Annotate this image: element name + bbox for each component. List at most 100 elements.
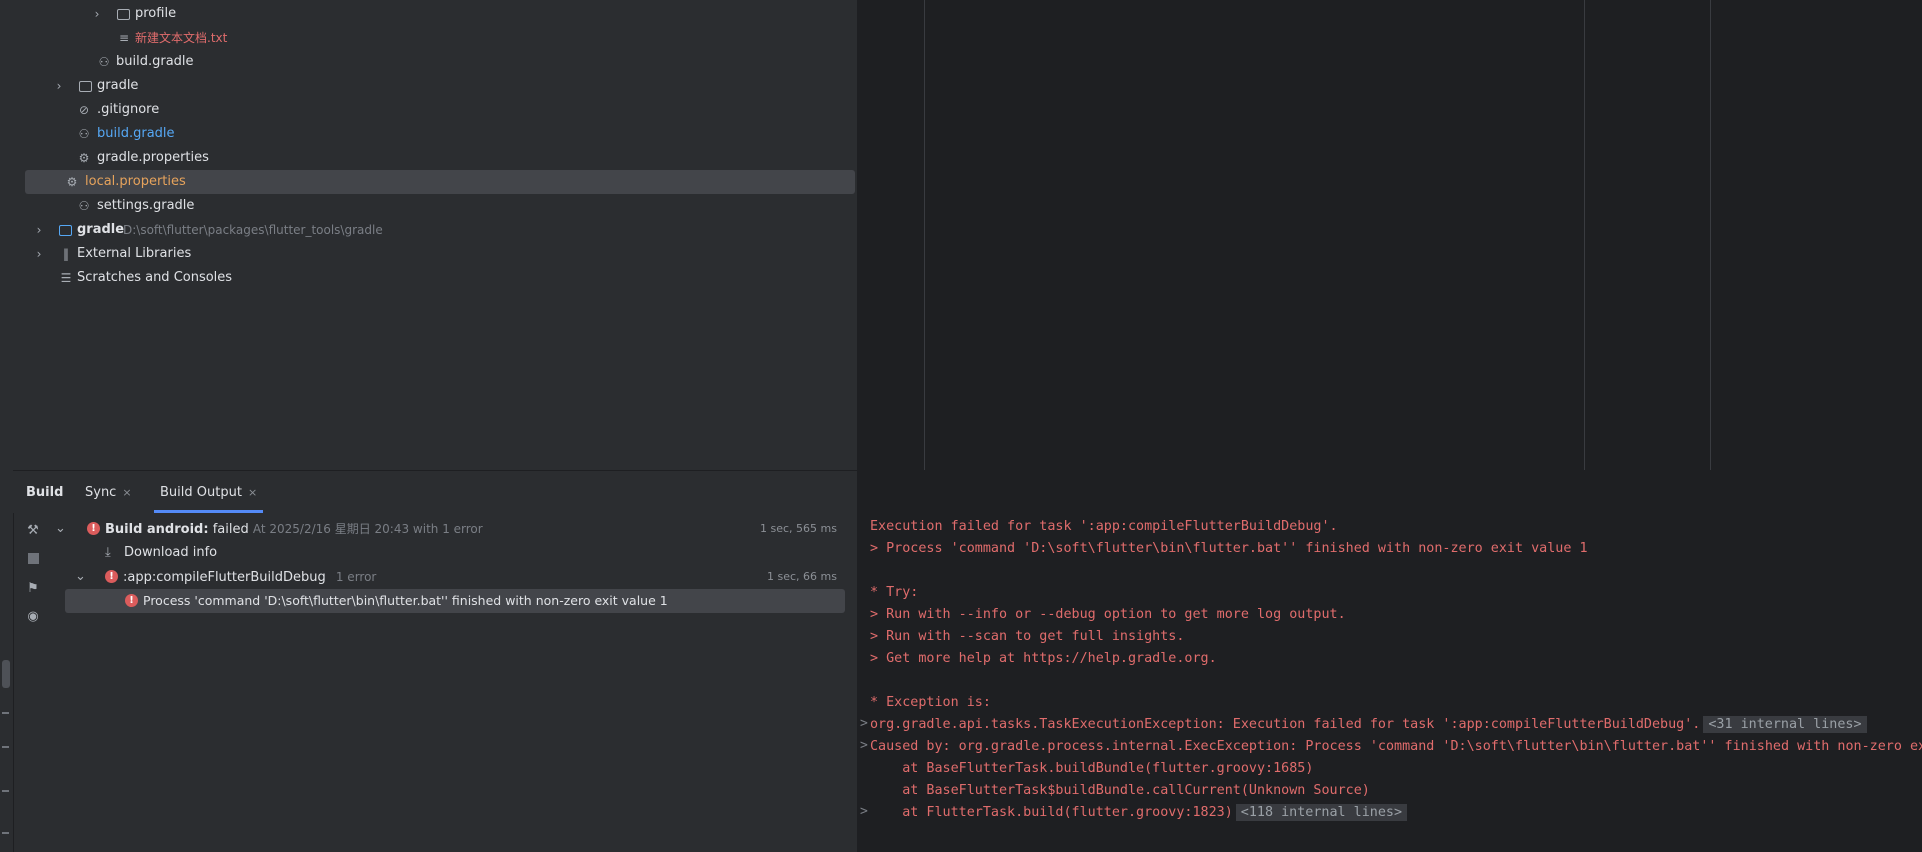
download-info-row[interactable]: ⤓ Download info — [51, 541, 851, 565]
chevron-right-icon[interactable]: › — [89, 2, 105, 26]
folder-icon — [117, 9, 130, 20]
hammer-icon[interactable]: ⚒ — [25, 523, 41, 539]
editor-right-pane — [1711, 0, 1922, 470]
ignore-icon: ⊘ — [78, 103, 90, 117]
download-info-label: Download info — [124, 545, 218, 560]
strip-mark — [2, 790, 9, 792]
chevron-right-icon[interactable]: › — [31, 242, 47, 266]
console-output[interactable]: Execution failed for task ':app:compileF… — [857, 513, 1922, 852]
close-icon[interactable]: × — [122, 486, 131, 499]
console-line: > Run with --info or --debug option to g… — [870, 607, 1346, 622]
build-root-info: At 2025/2/16 星期日 20:43 with 1 error — [252, 522, 483, 536]
tree-item-settings-gradle[interactable]: ⚇ settings.gradle — [25, 194, 855, 218]
library-icon: ‖ — [63, 247, 69, 261]
tab-label: Build Output — [160, 485, 242, 500]
tree-item-scratches[interactable]: ☰ Scratches and Consoles — [25, 266, 855, 290]
tree-item-gradle[interactable]: › gradle — [25, 74, 855, 98]
tree-item-label: gradle — [97, 78, 139, 93]
tree-item-profile[interactable]: › profile — [25, 2, 855, 26]
editor-content[interactable] — [925, 0, 1585, 470]
tool-window-strip — [0, 0, 14, 852]
internal-lines-badge[interactable]: <31 internal lines> — [1703, 716, 1867, 733]
task-error-count: 1 error — [335, 570, 377, 584]
build-root-title: Build android: — [105, 522, 209, 537]
build-root-time: 1 sec, 565 ms — [760, 522, 837, 535]
gradle-icon: ⚇ — [98, 55, 110, 69]
tree-item-label: local.properties — [85, 174, 186, 189]
console-line: Execution failed for task ':app:compileF… — [870, 519, 1338, 534]
fold-chevron-icon[interactable]: > — [860, 738, 868, 753]
console-line: * Try: — [870, 585, 919, 600]
tree-item-text-file[interactable]: ≡ 新建文本文档.txt — [25, 26, 855, 50]
tree-item-label: profile — [135, 6, 177, 21]
folder-icon — [79, 81, 92, 92]
tab-label: Sync — [85, 485, 117, 500]
tree-item-gradle-properties[interactable]: ⚙ gradle.properties — [25, 146, 855, 170]
gear-icon: ⚙ — [66, 175, 78, 189]
build-panel-title: Build — [26, 485, 64, 500]
strip-mark — [2, 712, 9, 714]
tree-item-label: Scratches and Consoles — [77, 270, 233, 285]
build-root-row[interactable]: ⌄ ! Build android: failed At 2025/2/16 星… — [51, 517, 851, 541]
scratches-icon: ☰ — [60, 271, 72, 285]
tree-item-gitignore[interactable]: ⊘ .gitignore — [25, 98, 855, 122]
fold-chevron-icon[interactable]: > — [860, 804, 868, 819]
console-line: Caused by: org.gradle.process.internal.E… — [870, 739, 1922, 754]
console-line: * Exception is: — [870, 695, 991, 710]
strip-mark — [2, 746, 9, 748]
tree-item-local-properties[interactable]: ⚙ local.properties — [25, 170, 855, 194]
console-line: at BaseFlutterTask$buildBundle.callCurre… — [870, 783, 1370, 798]
console-line: > Get more help at https://help.gradle.o… — [870, 651, 1217, 666]
build-root-status: failed — [212, 522, 249, 537]
close-icon[interactable]: × — [248, 486, 257, 499]
chevron-right-icon[interactable]: › — [31, 218, 47, 242]
tree-item-label: build.gradle — [116, 54, 194, 69]
tab-sync[interactable]: Sync × — [85, 471, 132, 513]
fold-chevron-icon[interactable]: > — [860, 716, 868, 731]
build-toolbar: ⚒ ⚑ ◉ — [13, 513, 51, 852]
error-icon: ! — [105, 570, 118, 583]
text-file-icon: ≡ — [118, 31, 130, 45]
task-time: 1 sec, 66 ms — [767, 570, 837, 583]
gradle-icon: ⚇ — [78, 199, 90, 213]
tree-item-label: 新建文本文档.txt — [135, 31, 228, 45]
error-row[interactable]: ! Process 'command 'D:\soft\flutter\bin\… — [65, 589, 845, 613]
project-tree: › profile ≡ 新建文本文档.txt ⚇ build.gradle › … — [13, 0, 857, 470]
stop-icon[interactable] — [25, 551, 41, 567]
tree-item-label: External Libraries — [77, 246, 192, 261]
tree-item-external-libraries[interactable]: › ‖ External Libraries — [25, 242, 855, 266]
tree-item-label: build.gradle — [97, 126, 175, 141]
download-icon: ⤓ — [105, 545, 111, 560]
error-message: Process 'command 'D:\soft\flutter\bin\fl… — [143, 593, 668, 608]
chevron-down-icon[interactable]: ⌄ — [75, 565, 86, 589]
console-header — [857, 471, 1922, 513]
tree-item-path: D:\soft\flutter\packages\flutter_tools\g… — [123, 223, 383, 237]
console-line: at BaseFlutterTask.buildBundle(flutter.g… — [870, 761, 1314, 776]
tree-item-label: gradle.properties — [97, 150, 209, 165]
error-icon: ! — [125, 594, 138, 607]
tree-item-root-build-gradle[interactable]: ⚇ build.gradle — [25, 122, 855, 146]
task-row[interactable]: ⌄ ! :app:compileFlutterBuildDebug 1 erro… — [51, 565, 851, 589]
tree-item-gradle-module[interactable]: › gradle D:\soft\flutter\packages\flutte… — [25, 218, 855, 242]
editor-side-pane — [1585, 0, 1711, 470]
console-line: at FlutterTask.build(flutter.groovy:1823… — [870, 802, 1408, 824]
chevron-down-icon[interactable]: ⌄ — [55, 517, 66, 541]
build-tree: ⌄ ! Build android: failed At 2025/2/16 星… — [51, 513, 857, 852]
console-line: > Process 'command 'D:\soft\flutter\bin\… — [870, 541, 1588, 556]
error-icon: ! — [87, 522, 100, 535]
console-line: > Run with --scan to get full insights. — [870, 629, 1185, 644]
tree-item-label: settings.gradle — [97, 198, 195, 213]
internal-lines-badge[interactable]: <118 internal lines> — [1235, 804, 1408, 821]
task-title: :app:compileFlutterBuildDebug — [123, 570, 326, 585]
console-line: org.gradle.api.tasks.TaskExecutionExcept… — [870, 714, 1867, 736]
tab-build-output[interactable]: Build Output × — [154, 471, 264, 513]
eye-icon[interactable]: ◉ — [25, 609, 41, 625]
strip-active-button[interactable] — [2, 660, 10, 688]
pin-icon[interactable]: ⚑ — [25, 581, 41, 597]
gear-icon: ⚙ — [78, 151, 90, 165]
tree-item-label: .gitignore — [97, 102, 160, 117]
chevron-right-icon[interactable]: › — [51, 74, 67, 98]
build-tab-bar: Build Sync × Build Output × — [13, 471, 857, 513]
tree-item-build-gradle[interactable]: ⚇ build.gradle — [25, 50, 855, 74]
editor-gutter — [857, 0, 925, 470]
